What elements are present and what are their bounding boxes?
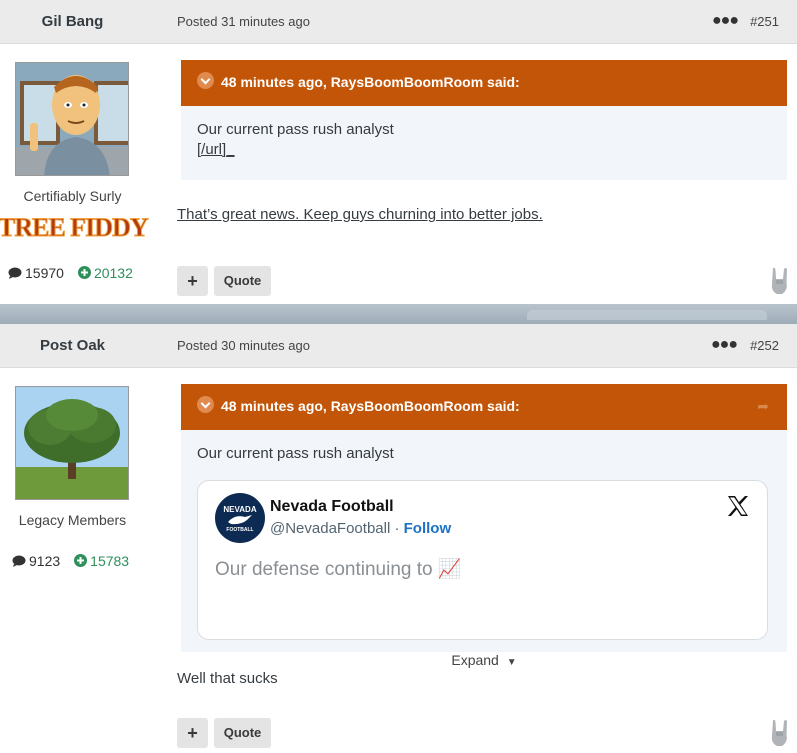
quote-header[interactable]: 48 minutes ago, RaysBoomBoomRoom said: xyxy=(181,60,787,106)
go-to-quote-icon[interactable]: ➦ xyxy=(757,398,769,415)
member-badge: TREE FIDDY xyxy=(0,214,150,242)
tweet-fade xyxy=(198,589,767,639)
caret-down-icon: ▼ xyxy=(506,657,517,668)
rock-hand-icon[interactable] xyxy=(768,266,792,296)
plus-circle-icon xyxy=(77,266,91,279)
separator: · xyxy=(394,520,400,537)
post-body-link[interactable]: That’s great news. Keep guys churning in… xyxy=(177,206,543,223)
chevron-down-icon[interactable] xyxy=(197,72,214,89)
logo-text: NEVADA xyxy=(223,505,257,514)
quote-button[interactable]: Quote xyxy=(214,718,271,748)
post-divider xyxy=(0,304,797,324)
quote-block: 48 minutes ago, RaysBoomBoomRoom said: O… xyxy=(181,60,787,180)
reputation-value: 20132 xyxy=(93,265,133,281)
reputation-value: 15783 xyxy=(90,553,130,569)
tweet-handle[interactable]: @NevadaFootball xyxy=(270,520,390,537)
logo-subtext: FOOTBALL xyxy=(226,527,254,533)
post-number-link[interactable]: #251 xyxy=(750,14,779,29)
expand-label: Expand xyxy=(451,652,499,668)
quote-citation: 48 minutes ago, RaysBoomBoomRoom said: xyxy=(221,74,520,90)
member-title: Certifiably Surly xyxy=(23,188,122,204)
post-count[interactable]: 15970 xyxy=(8,265,64,281)
reputation[interactable]: 15783 xyxy=(74,553,129,569)
post-count[interactable]: 9123 xyxy=(12,553,60,569)
plus-circle-icon xyxy=(74,554,88,567)
quote-button[interactable]: Quote xyxy=(214,266,271,296)
tweet-text: Our defense continuing to 📈 xyxy=(215,559,462,580)
add-reaction-button[interactable]: + xyxy=(177,718,208,748)
chevron-down-icon[interactable] xyxy=(197,396,214,413)
svg-text:TREE FIDDY: TREE FIDDY xyxy=(0,214,149,242)
quote-line: Our current pass rush analyst xyxy=(197,121,394,138)
embedded-tweet[interactable]: NEVADA FOOTBALL Nevada Football @NevadaF… xyxy=(197,480,768,640)
rock-hand-icon[interactable] xyxy=(768,718,792,748)
avatar[interactable] xyxy=(15,386,129,500)
member-title: Legacy Members xyxy=(18,512,127,528)
quote-link[interactable]: [/url]_ xyxy=(197,141,235,158)
post-252: Post Oak Posted 30 minutes ago ●●● #252 … xyxy=(0,324,797,750)
tweet-author-handle: @NevadaFootball · Follow xyxy=(270,520,451,537)
post-251: Gil Bang Posted 31 minutes ago ●●● #251 … xyxy=(0,0,797,304)
quote-block: 48 minutes ago, RaysBoomBoomRoom said: ➦… xyxy=(181,384,787,668)
more-options-icon[interactable]: ●●● xyxy=(711,336,738,354)
quote-content: Our current pass rush analyst xyxy=(181,430,787,464)
post-body-text: Well that sucks xyxy=(177,670,278,687)
quote-citation: 48 minutes ago, RaysBoomBoomRoom said: xyxy=(221,398,520,414)
post-header: Gil Bang Posted 31 minutes ago ●●● #251 xyxy=(0,0,797,44)
quote-line: Our current pass rush analyst xyxy=(197,445,394,462)
comment-icon xyxy=(8,267,22,279)
post-number-link[interactable]: #252 xyxy=(750,338,779,353)
nevada-football-logo[interactable]: NEVADA FOOTBALL xyxy=(215,493,265,543)
post-timestamp[interactable]: Posted 31 minutes ago xyxy=(177,14,310,29)
tweet-author-name[interactable]: Nevada Football xyxy=(270,498,394,516)
quote-content: Our current pass rush analyst [/url]_ xyxy=(181,106,787,160)
author-stats: 15970 20132 xyxy=(8,265,133,281)
author-name[interactable]: Gil Bang xyxy=(0,13,145,30)
add-reaction-button[interactable]: + xyxy=(177,266,208,296)
post-count-value: 15970 xyxy=(25,265,64,281)
follow-button[interactable]: Follow xyxy=(404,520,452,537)
more-options-icon[interactable]: ●●● xyxy=(712,12,739,30)
author-name[interactable]: Post Oak xyxy=(0,337,145,354)
quote-header[interactable]: 48 minutes ago, RaysBoomBoomRoom said: ➦ xyxy=(181,384,787,430)
post-header: Post Oak Posted 30 minutes ago ●●● #252 xyxy=(0,324,797,368)
author-stats: 9123 15783 xyxy=(12,553,129,569)
post-timestamp[interactable]: Posted 30 minutes ago xyxy=(177,338,310,353)
comment-icon xyxy=(12,555,26,567)
avatar[interactable] xyxy=(15,62,129,176)
x-logo-icon[interactable] xyxy=(727,495,749,524)
post-count-value: 9123 xyxy=(29,553,61,569)
reputation[interactable]: 20132 xyxy=(77,265,133,281)
